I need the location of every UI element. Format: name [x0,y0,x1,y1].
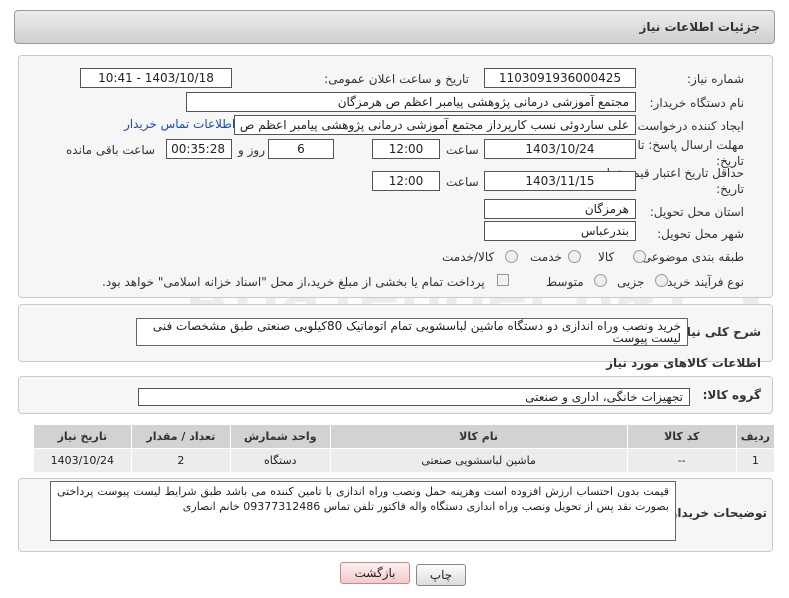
process-minor-label: جزیی [617,275,645,289]
page-title: جزئیات اطلاعات نیاز [639,20,760,34]
days-label: روز و [238,143,265,157]
remaining-days-field: 6 [268,139,334,159]
cell-code: -- [626,448,737,473]
description-textarea: خرید ونصب وراه اندازی دو دستگاه ماشین لب… [136,318,688,346]
buyer-org-label: نام دستگاه خریدار: [649,96,745,110]
col-unit: واحد شمارش [230,424,331,449]
category-label: طبقه بندی موضوعی: [637,250,744,264]
category-goods-service-radio[interactable] [505,250,518,263]
col-row: ردیف [735,424,776,449]
price-validity-time-label: ساعت [446,175,479,189]
need-number-field: 1103091936000425 [484,68,636,88]
remaining-time-label: ساعت باقی مانده [66,143,156,157]
col-quantity: تعداد / مقدار [130,424,232,449]
cell-row: 1 [735,448,776,473]
goods-table: ردیف کد کالا نام کالا واحد شمارش تعداد /… [33,424,776,473]
category-goods-label: کالا [598,250,615,264]
deadline-time-label: ساعت [446,143,479,157]
cell-unit: دستگاه [230,448,331,473]
treasury-payment-checkbox[interactable] [497,274,509,286]
category-goods-radio[interactable] [633,250,646,263]
price-validity-time-field: 12:00 [372,171,440,191]
delivery-province-field: هرمزگان [484,199,636,219]
buyer-notes-textarea: قیمت بدون احتساب ارزش افزوده است وهزینه … [50,481,676,541]
category-service-radio[interactable] [568,250,581,263]
goods-group-field: تجهیزات خانگی، اداری و صنعتی [138,388,690,406]
buyer-contact-link[interactable]: اطلاعات تماس خریدار [124,117,235,131]
purchase-process-label: نوع فرآیند خرید : [659,275,744,289]
process-medium-label: متوسط [546,275,584,289]
deadline-date-field: 1403/10/24 [484,139,636,159]
delivery-city-field: بندرعباس [484,221,636,241]
buyer-org-field: مجتمع آموزشی درمانی پژوهشی پیامبر اعظم ص… [186,92,636,112]
delivery-city-label: شهر محل تحویل: [657,227,744,241]
need-number-label: شماره نیاز: [687,72,744,86]
process-minor-radio[interactable] [655,274,668,287]
category-goods-service-label: کالا/خدمت [442,250,495,264]
print-button[interactable]: چاپ [416,564,466,586]
goods-section-title: اطلاعات کالاهای مورد نیاز [606,356,761,370]
goods-table-header: ردیف کد کالا نام کالا واحد شمارش تعداد /… [33,424,776,449]
cell-name: ماشین لباسشویی صنعتی [329,448,628,473]
deadline-time-field: 12:00 [372,139,440,159]
table-row: 1 -- ماشین لباسشویی صنعتی دستگاه 2 1403/… [33,448,776,473]
cell-need-date: 1403/10/24 [33,448,132,473]
col-code: کد کالا [626,424,737,449]
goods-group-label: گروه کالا: [702,388,761,402]
process-medium-radio[interactable] [594,274,607,287]
back-button[interactable]: بازگشت [340,562,410,584]
price-validity-date-field: 1403/11/15 [484,171,636,191]
remaining-time-field: 00:35:28 [166,139,232,159]
announce-datetime-label: تاریخ و ساعت اعلان عمومی: [324,72,469,86]
deadline-label-line1: مهلت ارسال پاسخ: تا [637,138,744,152]
delivery-province-label: استان محل تحویل: [649,205,744,219]
cell-quantity: 2 [130,448,232,473]
treasury-payment-note: پرداخت تمام یا بخشی از مبلغ خرید،از محل … [102,275,485,289]
buyer-notes-label: توضیحات خریدار: [665,506,767,520]
col-name: نام کالا [329,424,628,449]
col-need-date: تاریخ نیاز [33,424,132,449]
request-creator-field: علی ساردوئی نسب کارپرداز مجتمع آموزشی در… [234,115,636,135]
announce-datetime-field: 1403/10/18 - 10:41 [80,68,232,88]
category-service-label: خدمت [530,250,562,264]
page-header: جزئیات اطلاعات نیاز [14,10,775,44]
request-creator-label: ایجاد کننده درخواست: [633,119,744,133]
